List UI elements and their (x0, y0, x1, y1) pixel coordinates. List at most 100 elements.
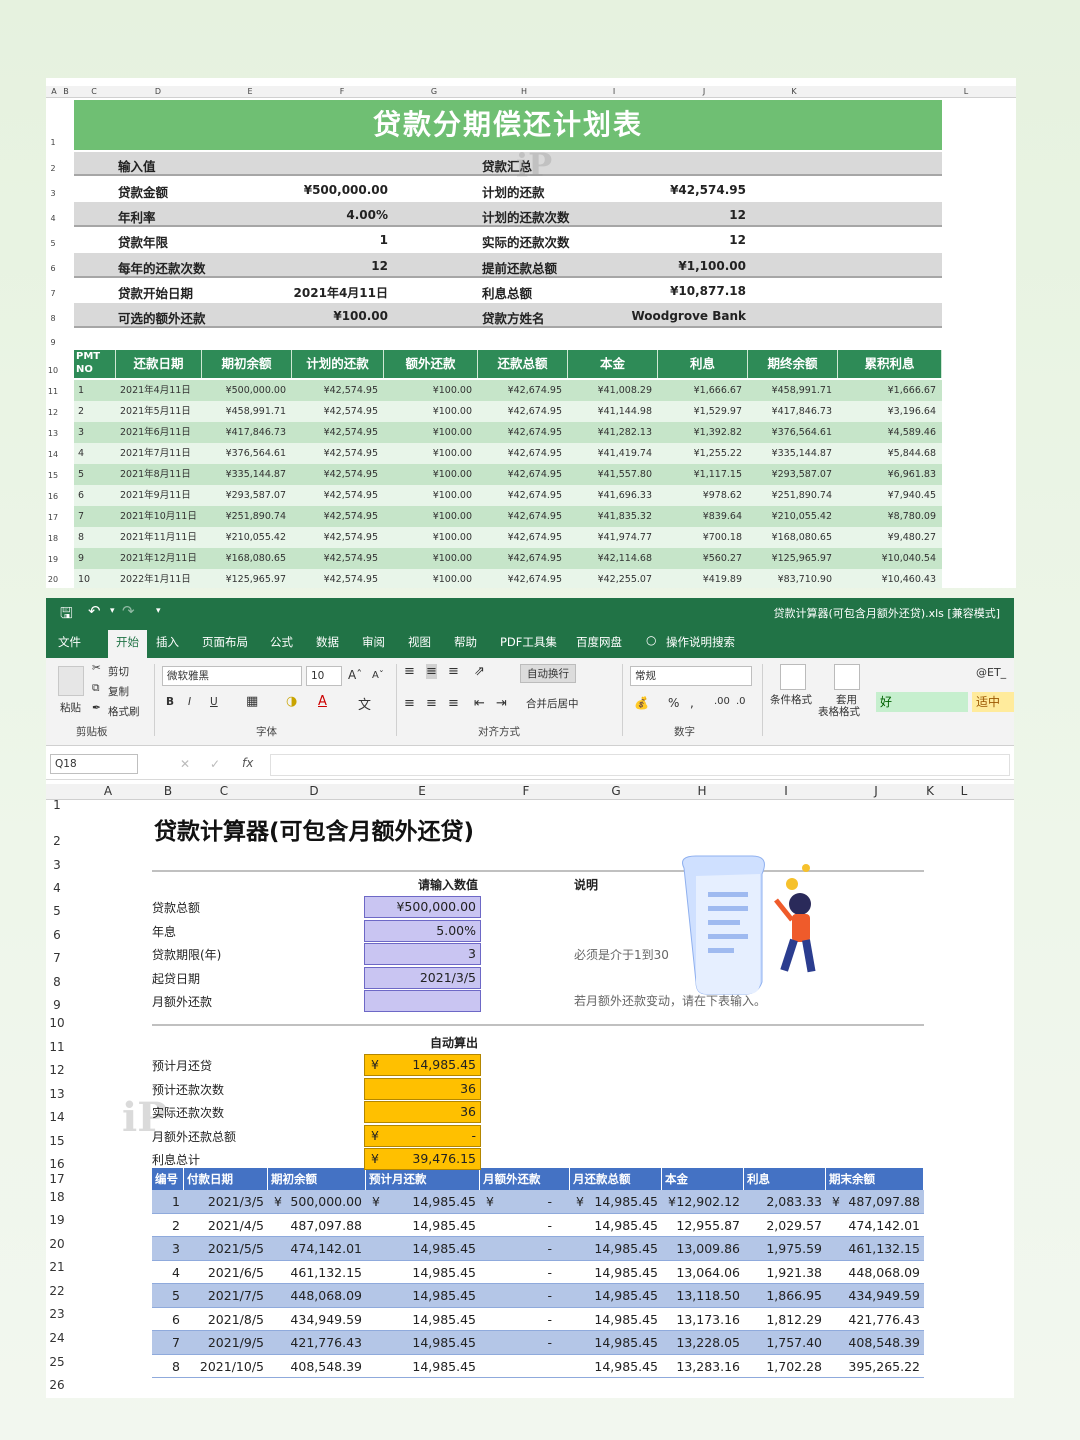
row-header[interactable]: 5 (46, 239, 60, 248)
table-cell[interactable]: 421,776.43 (826, 1308, 920, 1331)
row-header[interactable]: 7 (46, 289, 60, 298)
column-header[interactable]: E (418, 784, 426, 798)
row-header[interactable]: 2 (46, 834, 68, 848)
column-header[interactable]: L (961, 784, 968, 798)
table-cell[interactable]: ¥42,674.95 (478, 527, 562, 548)
underline-icon[interactable]: U (210, 696, 218, 708)
phonetic-icon[interactable]: 文 (358, 694, 371, 713)
table-cell[interactable]: 1 (78, 380, 114, 401)
table-cell[interactable]: 4 (152, 1261, 180, 1284)
table-cell[interactable]: ¥42,674.95 (478, 422, 562, 443)
table-cell[interactable]: 487,097.88 (826, 1190, 920, 1213)
input-cell[interactable]: 3 (364, 943, 481, 966)
table-cell[interactable]: 2021/8/5 (184, 1308, 264, 1331)
lightbulb-icon[interactable]: ○ (646, 633, 656, 647)
increase-decimal-icon[interactable]: .00 (714, 696, 730, 707)
enter-icon[interactable]: ✓ (210, 757, 220, 771)
tab-4[interactable]: 公式 (270, 634, 293, 650)
tab-8[interactable]: 帮助 (454, 634, 477, 650)
table-cell[interactable]: 13,228.05 (662, 1331, 740, 1354)
table-cell[interactable]: 2,029.57 (744, 1214, 822, 1237)
table-cell[interactable]: 14,985.45 (570, 1261, 658, 1284)
table-cell[interactable]: 7 (78, 506, 114, 527)
table-cell[interactable]: ¥700.18 (658, 527, 742, 548)
column-header[interactable]: K (926, 784, 934, 798)
row-header[interactable]: 19 (46, 1213, 68, 1227)
table-cell[interactable]: ¥42,574.95 (292, 380, 378, 401)
tab-10[interactable]: 百度网盘 (576, 634, 622, 650)
row-header[interactable]: 13 (46, 429, 60, 438)
merge-center-button[interactable]: 合并后居中 (526, 696, 579, 711)
table-cell[interactable]: ¥42,674.95 (478, 548, 562, 569)
table-cell[interactable]: 2021年12月11日 (120, 548, 200, 569)
table-cell[interactable]: ¥3,196.64 (838, 401, 936, 422)
table-cell[interactable]: ¥41,557.80 (568, 464, 652, 485)
table-cell[interactable]: - (480, 1261, 552, 1284)
table-cell[interactable]: ¥42,674.95 (478, 380, 562, 401)
output-cell[interactable]: ¥39,476.15 (364, 1148, 481, 1171)
table-cell[interactable]: 3 (78, 422, 114, 443)
column-header[interactable]: G (431, 87, 437, 96)
column-header[interactable]: J (874, 784, 878, 798)
table-cell[interactable]: ¥42,574.95 (292, 401, 378, 422)
brush-icon[interactable]: ✒ (92, 702, 101, 714)
table-cell[interactable]: 2021年11月11日 (120, 527, 200, 548)
table-cell[interactable]: 2021/3/5 (184, 1190, 264, 1213)
row-header[interactable]: 20 (46, 575, 60, 584)
table-cell[interactable]: 2 (78, 401, 114, 422)
table-cell[interactable]: 2021年7月11日 (120, 443, 200, 464)
table-cell[interactable]: ¥42,674.95 (478, 443, 562, 464)
table-cell[interactable]: 9 (78, 548, 114, 569)
row-header[interactable]: 3 (46, 858, 68, 872)
table-cell[interactable]: 1,757.40 (744, 1331, 822, 1354)
tab-0[interactable]: 文件 (58, 634, 81, 650)
table-cell[interactable]: 2,083.33 (744, 1190, 822, 1213)
align-top-icon[interactable]: ≡ (404, 664, 415, 679)
table-cell[interactable]: 14,985.45 (570, 1214, 658, 1237)
column-header[interactable]: H (697, 784, 706, 798)
column-header[interactable]: A (51, 87, 56, 96)
output-cell[interactable]: ¥14,985.45 (364, 1054, 481, 1076)
table-cell[interactable]: ¥10,040.54 (838, 548, 936, 569)
column-header[interactable]: F (340, 87, 345, 96)
table-cell[interactable]: 2021/6/5 (184, 1261, 264, 1284)
table-cell[interactable]: ¥839.64 (658, 506, 742, 527)
font-color-icon[interactable]: A (318, 694, 327, 709)
align-center-icon[interactable]: ≡ (426, 696, 437, 711)
row-header[interactable]: 21 (46, 1260, 68, 1274)
table-cell[interactable]: ¥4,589.46 (838, 422, 936, 443)
table-cell[interactable]: 2021年5月11日 (120, 401, 200, 422)
table-cell[interactable]: ¥100.00 (384, 485, 472, 506)
table-cell[interactable]: ¥10,460.43 (838, 569, 936, 588)
formula-input[interactable] (270, 754, 1010, 776)
table-cell[interactable]: ¥458,991.71 (202, 401, 286, 422)
table-cell[interactable]: ¥42,574.95 (292, 443, 378, 464)
table-cell[interactable]: 14,985.45 (366, 1237, 476, 1260)
table-cell[interactable]: 5 (78, 464, 114, 485)
undo-icon[interactable]: ↶ (88, 602, 101, 620)
column-header[interactable]: B (164, 784, 172, 798)
row-header[interactable]: 12 (46, 408, 60, 417)
table-cell[interactable]: ¥41,835.32 (568, 506, 652, 527)
decrease-decimal-icon[interactable]: .0 (736, 696, 746, 707)
row-header[interactable]: 25 (46, 1355, 68, 1369)
row-header[interactable]: 4 (46, 214, 60, 223)
table-cell[interactable]: 461,132.15 (268, 1261, 362, 1284)
table-cell[interactable]: 13,064.06 (662, 1261, 740, 1284)
style-et[interactable]: @ET_ (976, 666, 1006, 679)
tab-5[interactable]: 数据 (316, 634, 339, 650)
table-cell[interactable]: ¥41,282.13 (568, 422, 652, 443)
table-cell[interactable]: 461,132.15 (826, 1237, 920, 1260)
table-cell[interactable]: ¥458,991.71 (748, 380, 832, 401)
table-cell[interactable]: 14,985.45 (366, 1308, 476, 1331)
row-header[interactable]: 16 (46, 1157, 68, 1171)
row-header[interactable]: 17 (46, 513, 60, 522)
row-header[interactable]: 6 (46, 928, 68, 942)
name-box[interactable]: Q18 (50, 754, 138, 774)
column-header[interactable]: A (104, 784, 112, 798)
table-cell[interactable]: ¥210,055.42 (202, 527, 286, 548)
table-cell[interactable]: ¥125,965.97 (748, 548, 832, 569)
table-cell[interactable]: 395,265.22 (826, 1355, 920, 1378)
table-cell[interactable]: 5 (152, 1284, 180, 1307)
row-header[interactable]: 8 (46, 975, 68, 989)
